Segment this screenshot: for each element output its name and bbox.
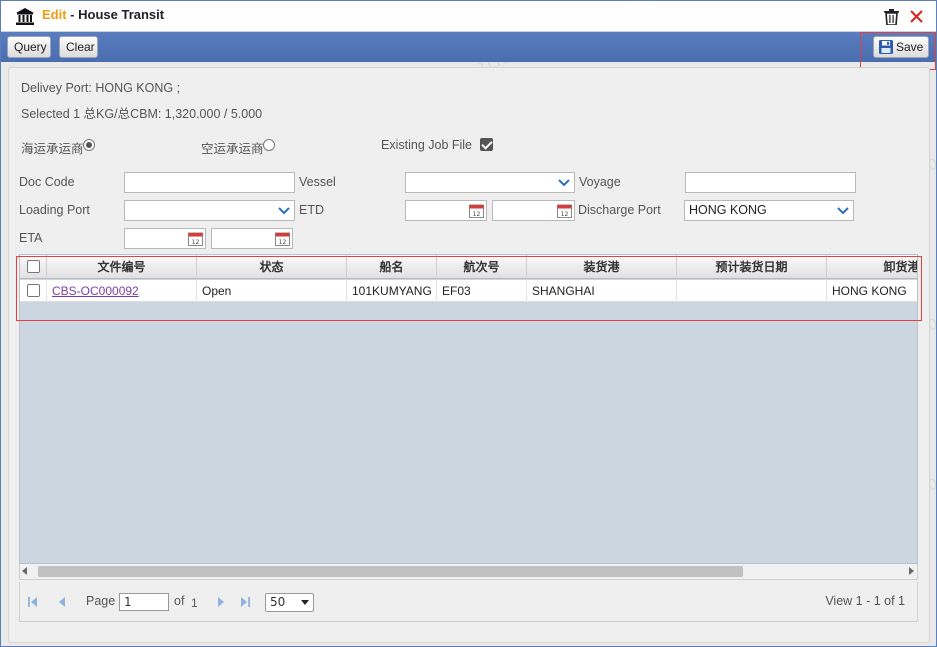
delivery-port-text: Delivey Port: HONG KONG ; [21,81,181,95]
voyage-input[interactable] [685,172,856,193]
next-page-icon[interactable] [215,596,227,608]
column-header-voyage[interactable]: 航次号 [437,255,527,279]
table-row[interactable]: CBS-OC000092 Open 101KUMYANG EF03 SHANGH… [20,280,917,302]
etd-to-input[interactable]: 12 [492,200,575,221]
save-button[interactable]: Save [873,36,929,58]
svg-text:12: 12 [473,211,481,218]
of-label: of [174,594,185,608]
query-button[interactable]: Query [7,36,51,58]
chevron-down-icon [301,600,309,605]
discharge-port-label: Discharge Port [578,203,661,217]
vessel-select[interactable] [405,172,575,193]
doc-no-link[interactable]: CBS-OC000092 [52,284,139,298]
view-records-text: View 1 - 1 of 1 [825,594,905,608]
row-checkbox[interactable] [27,284,40,297]
svg-text:12: 12 [279,239,287,246]
horizontal-scrollbar[interactable] [19,564,918,580]
discharge-port-select-value: HONG KONG [689,203,767,217]
status-cell: Open [197,280,347,302]
total-pages: 1 [191,596,198,610]
sea-carrier-radio[interactable] [83,139,95,151]
voyage-cell: EF03 [437,280,527,302]
loading-port-label: Loading Port [19,203,90,217]
scroll-right-arrow[interactable] [909,567,914,575]
scroll-left-arrow[interactable] [22,567,27,575]
calendar-icon[interactable]: 12 [188,231,203,246]
sea-carrier-label: 海运承运商 [21,142,84,156]
title-bar: Edit - House Transit [1,1,936,32]
air-carrier-radio[interactable] [263,139,275,151]
main-panel: Delivey Port: HONG KONG ; Selected 1 总KG… [8,67,930,643]
doc-code-label: Doc Code [19,175,75,189]
column-header-doc-no[interactable]: 文件编号 [47,255,197,279]
calendar-icon[interactable]: 12 [557,203,572,218]
trash-icon[interactable] [884,9,899,25]
svg-text:12: 12 [192,239,200,246]
eta-from-input[interactable]: 12 [124,228,206,249]
etd-cell [677,280,827,302]
existing-job-checkbox[interactable] [480,138,493,151]
scrollbar-thumb[interactable] [38,566,743,577]
column-header-loading-port[interactable]: 装货港 [527,255,677,279]
loading-port-cell: SHANGHAI [527,280,677,302]
vessel-cell: 101KUMYANG [347,280,437,302]
svg-text:12: 12 [561,211,569,218]
eta-to-input[interactable]: 12 [211,228,293,249]
page-label: Page [86,594,116,608]
vessel-label: Vessel [299,175,336,189]
select-all-checkbox[interactable] [27,260,40,273]
column-header-discharge-port[interactable]: 卸货港 [827,255,917,279]
pager: Page 1 of 1 50 View 1 - 1 of 1 [19,582,918,622]
selected-summary-text: Selected 1 总KG/总CBM: 1,320.000 / 5.000 [21,107,263,121]
page-number-input[interactable]: 1 [119,593,169,611]
toolbar: Query Clear Save [1,32,936,62]
first-page-icon[interactable] [27,596,39,608]
window-title: Edit - House Transit [42,7,164,22]
chevron-down-icon [837,207,849,215]
title-mode: Edit [42,7,67,22]
column-header-etd[interactable]: 预计装货日期 [677,255,827,279]
calendar-icon[interactable]: 12 [275,231,290,246]
previous-page-icon[interactable] [56,596,68,608]
doc-code-input[interactable] [124,172,295,193]
save-button-label: Save [896,40,924,54]
column-header-vessel[interactable]: 船名 [347,255,437,279]
floppy-disk-icon [879,40,893,54]
column-header-status[interactable]: 状态 [197,255,347,279]
chevron-down-icon [278,207,290,215]
doc-no-cell: CBS-OC000092 [47,280,197,302]
etd-from-input[interactable]: 12 [405,200,487,221]
bank-icon [16,8,34,25]
eta-label: ETA [19,231,43,245]
close-icon[interactable] [909,9,924,24]
last-page-icon[interactable] [239,596,251,608]
voyage-label: Voyage [579,175,621,189]
title-separator: - [66,7,79,22]
select-all-cell [20,255,47,279]
discharge-port-select[interactable]: HONG KONG [684,200,854,221]
row-select-cell [20,280,47,302]
clear-button[interactable]: Clear [59,36,98,58]
job-grid: 文件编号 状态 船名 航次号 装货港 预计装货日期 卸货港 CBS-OC0000… [19,254,918,564]
page-size-value: 50 [270,595,286,609]
etd-label: ETD [299,203,324,217]
title-main: House Transit [78,7,165,22]
page-size-select[interactable]: 50 [265,593,314,612]
grid-header: 文件编号 状态 船名 航次号 装货港 预计装货日期 卸货港 [20,255,917,279]
discharge-port-cell: HONG KONG [827,280,917,302]
air-carrier-label: 空运承运商 [201,142,264,156]
dialog-window: TLKA.CBS.Admin 2024-04-15 TLKA.CBS.Admin… [0,0,937,647]
chevron-down-icon [558,179,570,187]
calendar-icon[interactable]: 12 [469,203,484,218]
loading-port-select[interactable] [124,200,295,221]
existing-job-label: Existing Job File [381,138,473,152]
